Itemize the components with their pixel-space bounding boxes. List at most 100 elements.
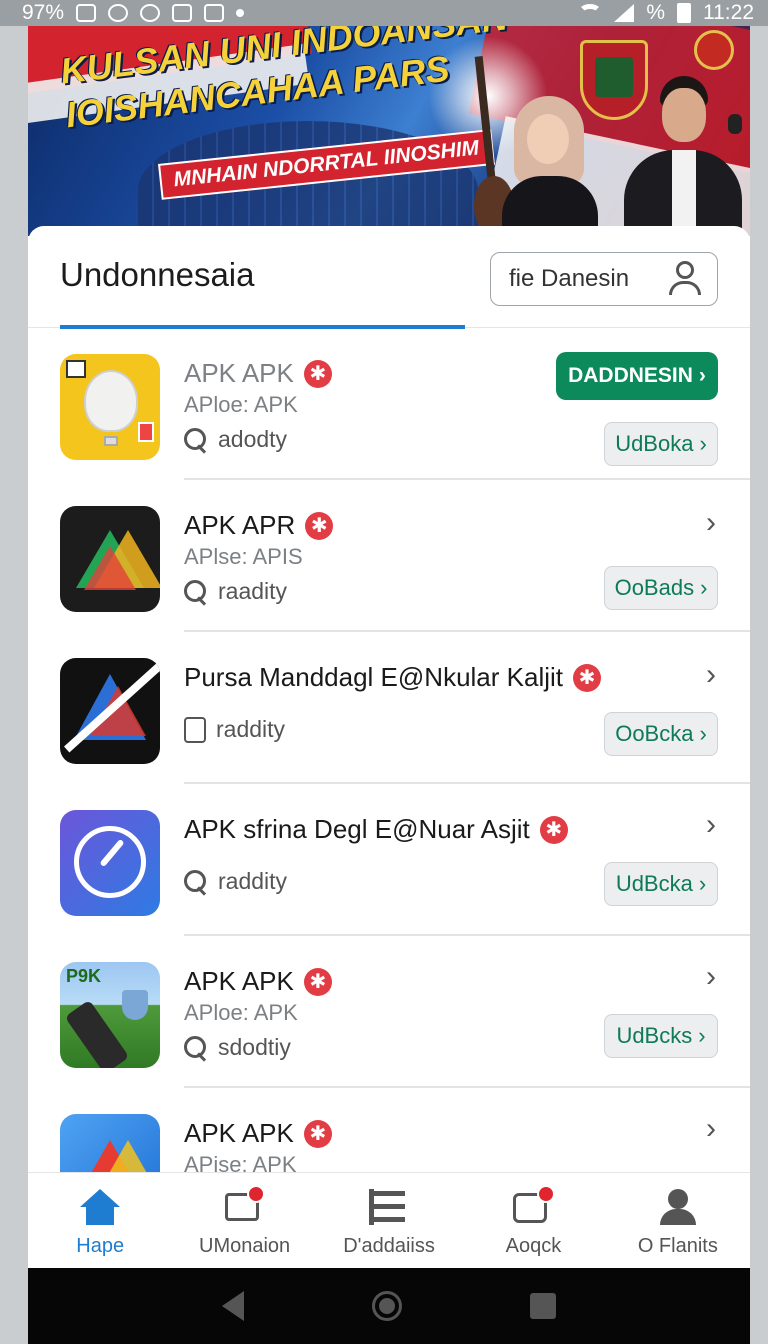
- round-emblem: [694, 30, 734, 70]
- calendar-icon-wrap: [513, 1185, 556, 1227]
- mail-icon: [204, 4, 225, 22]
- chevron-right-icon: ›: [699, 721, 707, 746]
- home-icon: [80, 1189, 121, 1227]
- status-percent: %: [646, 1, 665, 24]
- chevron-right-icon[interactable]: ›: [706, 658, 716, 692]
- back-icon[interactable]: [222, 1291, 244, 1321]
- search-icon: [184, 1035, 208, 1060]
- app-subtitle: APlse: APIS: [184, 544, 303, 569]
- signal-icon: [614, 4, 635, 22]
- system-navigation-bar: [28, 1268, 750, 1344]
- status-time: 11:22: [703, 1, 754, 24]
- nav-list[interactable]: D'addaiiss: [317, 1173, 461, 1268]
- star-badge-icon: ✱: [539, 815, 568, 844]
- app-title: APK APK ✱: [184, 358, 332, 389]
- dot-icon: [236, 9, 245, 17]
- battery-icon: [677, 3, 691, 23]
- star-badge-icon: ✱: [303, 1119, 332, 1148]
- nav-label: UMonaion: [199, 1235, 291, 1257]
- notification-badge: [246, 1185, 265, 1203]
- wifi-icon: [578, 4, 603, 22]
- nav-messages[interactable]: UMonaion: [172, 1173, 316, 1268]
- list-item[interactable]: APK APK ✱ APloe: APK adodty DADDNESIN › U…: [28, 328, 750, 480]
- notification-icon: [76, 4, 97, 22]
- action-button[interactable]: OoBcka ›: [604, 712, 718, 756]
- status-bar: 97% % 11:22: [0, 0, 768, 26]
- game-app-icon: P9K: [60, 962, 160, 1068]
- app-subtitle: APloe: APK: [184, 1000, 298, 1025]
- page-title: Undonnesaia: [60, 256, 255, 293]
- user-icon: [667, 261, 703, 297]
- nav-label: Hape: [76, 1235, 125, 1257]
- message-icon-wrap: [224, 1185, 265, 1227]
- nav-label: O Flanits: [637, 1235, 718, 1257]
- star-badge-icon: ✱: [573, 663, 602, 692]
- triangle-app-icon: [60, 658, 160, 764]
- chevron-right-icon[interactable]: ›: [706, 960, 716, 994]
- promo-banner[interactable]: KULSAN UNI INDOANSAN IOISHANCAHAA PARS M…: [28, 26, 750, 236]
- content-sheet: Undonnesaia fie Danesin APK APK ✱ APloe:…: [28, 226, 750, 1220]
- chevron-right-icon[interactable]: ›: [706, 506, 716, 540]
- search-icon: [184, 427, 208, 452]
- gallery-icon: [172, 4, 193, 22]
- search-icon: [184, 579, 208, 604]
- action-button[interactable]: UdBcka ›: [604, 862, 718, 906]
- lock-icon: [184, 716, 206, 743]
- camera-icon: [140, 4, 161, 22]
- nav-label: D'addaiiss: [343, 1235, 435, 1257]
- star-badge-icon: ✱: [303, 359, 332, 388]
- home-circle-icon[interactable]: [372, 1291, 402, 1321]
- drive-app-icon: [60, 506, 160, 612]
- account-button[interactable]: fie Danesin: [490, 252, 718, 306]
- chevron-right-icon: ›: [699, 431, 707, 456]
- app-title: APK sfrina Degl E@Nuar Asjit ✱: [184, 814, 568, 845]
- list-item[interactable]: APK sfrina Degl E@Nuar Asjit ✱ raddity ›…: [28, 784, 750, 936]
- nav-home[interactable]: Hape: [28, 1173, 172, 1268]
- chevron-right-icon: ›: [698, 364, 706, 387]
- app-meta: raddity: [184, 868, 287, 895]
- man-figure: [618, 66, 748, 236]
- action-button[interactable]: UdBcks ›: [604, 1014, 718, 1058]
- recent-apps-icon[interactable]: [530, 1293, 556, 1319]
- search-icon: [184, 869, 208, 894]
- chevron-right-icon: ›: [700, 575, 708, 600]
- app-meta: sdodtiy: [184, 1034, 291, 1061]
- action-button[interactable]: UdBoka ›: [604, 422, 718, 466]
- list-icon: [369, 1189, 409, 1227]
- chevron-right-icon: ›: [698, 871, 707, 896]
- app-title: APK APR ✱: [184, 510, 334, 541]
- sync-icon: [108, 4, 129, 22]
- download-button[interactable]: DADDNESIN ›: [556, 352, 718, 400]
- list-item[interactable]: APK APR ✱ APlse: APIS raadity › OoBads ›: [28, 480, 750, 632]
- star-badge-icon: ✱: [303, 967, 332, 996]
- section-header: Undonnesaia fie Danesin: [28, 226, 750, 329]
- microphone-icon: [728, 114, 742, 134]
- app-list: APK APK ✱ APloe: APK adodty DADDNESIN › U…: [28, 328, 750, 1240]
- app-title: Pursa Manddagl E@Nkular Kaljit ✱: [184, 662, 602, 693]
- chevron-right-icon[interactable]: ›: [706, 808, 716, 842]
- nav-label: Aoqck: [505, 1235, 562, 1257]
- battery-percent: 97%: [22, 1, 65, 24]
- app-meta: raadity: [184, 578, 287, 605]
- list-item[interactable]: P9K APK APK ✱ APloe: APK sdodtiy › UdBck…: [28, 936, 750, 1088]
- star-badge-icon: ✱: [305, 511, 334, 540]
- account-button-label: fie Danesin: [509, 265, 630, 292]
- app-subtitle: APloe: APK: [184, 392, 298, 417]
- nav-calendar[interactable]: Aoqck: [461, 1173, 605, 1268]
- bottom-navigation: Hape UMonaion D'addaiiss Aoqck O Flanits: [28, 1172, 750, 1268]
- action-button[interactable]: OoBads ›: [604, 566, 718, 610]
- nav-profile[interactable]: O Flanits: [606, 1173, 750, 1268]
- person-icon: [658, 1189, 698, 1227]
- app-meta: raddity: [184, 716, 285, 743]
- app-title: APK APK ✱: [184, 1118, 332, 1149]
- chevron-right-icon: ›: [698, 1023, 706, 1048]
- app-meta: adodty: [184, 426, 287, 453]
- balloon-app-icon: [60, 354, 160, 460]
- app-title: APK APK ✱: [184, 966, 332, 997]
- list-item[interactable]: Pursa Manddagl E@Nkular Kaljit ✱ raddity…: [28, 632, 750, 784]
- pen-app-icon: [60, 810, 160, 916]
- notification-badge: [537, 1185, 556, 1203]
- chevron-right-icon[interactable]: ›: [706, 1112, 716, 1146]
- app-window: KULSAN UNI INDOANSAN IOISHANCAHAA PARS M…: [28, 26, 750, 1268]
- icon-text: P9K: [66, 966, 102, 986]
